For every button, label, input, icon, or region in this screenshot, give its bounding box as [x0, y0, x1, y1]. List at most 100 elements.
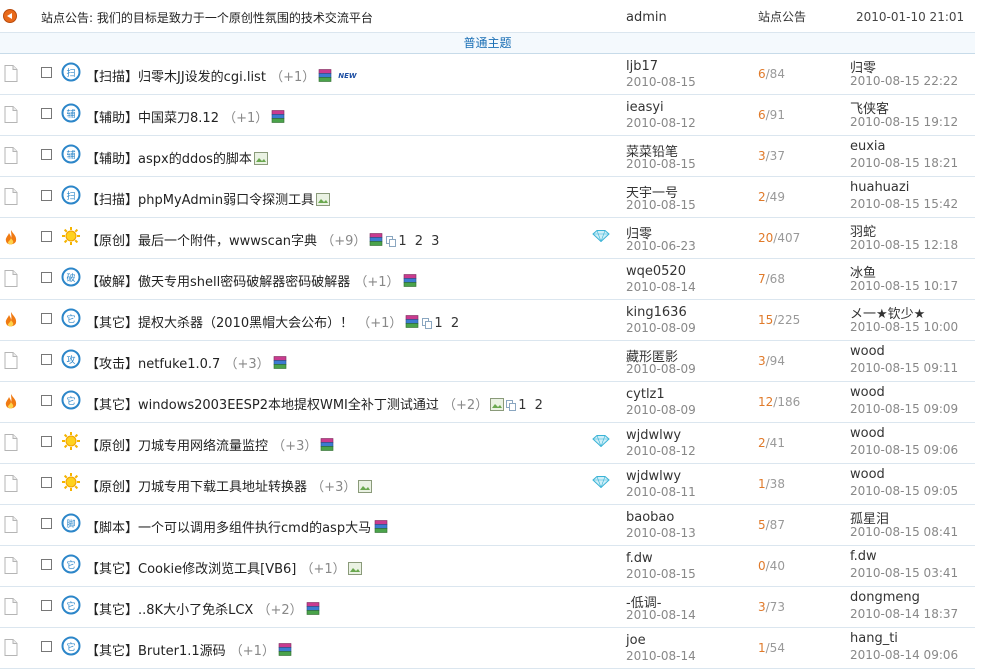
table-row[interactable]: 扫【扫描】归零木JJ设发的cgi.list （+1） NEW ljb17 2010-0… — [0, 54, 975, 95]
thread-prefix[interactable]: 【攻击】 — [86, 357, 138, 372]
announcement-author[interactable]: admin — [626, 10, 667, 25]
page-links[interactable]: 1 2 3 — [398, 234, 441, 249]
author-link[interactable]: wjdwlwy — [626, 469, 681, 484]
thread-title-link[interactable]: ..8K大小了免杀LCX — [138, 603, 253, 618]
select-checkbox[interactable] — [41, 354, 52, 365]
thread-prefix[interactable]: 【其它】 — [86, 603, 138, 618]
last-post-user[interactable]: hang_ti — [850, 631, 898, 646]
last-post-time[interactable]: 2010-08-15 22:22 — [850, 74, 958, 88]
page-links[interactable]: 1 2 — [434, 316, 461, 331]
select-checkbox[interactable] — [41, 477, 52, 488]
thread-prefix[interactable]: 【其它】 — [86, 398, 138, 413]
thread-prefix[interactable]: 【破解】 — [86, 275, 138, 290]
thread-prefix[interactable]: 【辅助】 — [86, 152, 138, 167]
last-post-time[interactable]: 2010-08-15 03:41 — [850, 566, 958, 580]
last-post-time[interactable]: 2010-08-15 09:11 — [850, 361, 958, 375]
last-post-time[interactable]: 2010-08-15 09:06 — [850, 443, 958, 457]
thread-title-link[interactable]: 中国菜刀8.12 — [138, 111, 219, 126]
author-link[interactable]: f.dw — [626, 551, 653, 566]
thread-title-link[interactable]: aspx的ddos的脚本 — [138, 152, 252, 167]
last-post-time[interactable]: 2010-08-15 08:41 — [850, 525, 958, 539]
thread-title-link[interactable]: windows2003EESP2本地提权WMI全补丁测试通过 — [138, 398, 439, 413]
select-checkbox[interactable] — [41, 518, 52, 529]
select-checkbox[interactable] — [41, 272, 52, 283]
author-link[interactable]: ieasyi — [626, 100, 664, 115]
select-checkbox[interactable] — [41, 108, 52, 119]
table-row[interactable]: 脚【脚本】一个可以调用多组件执行cmd的asp大马 baobao 2010-08-1… — [0, 505, 975, 546]
thread-title-link[interactable]: netfuke1.0.7 — [138, 357, 220, 372]
table-row[interactable]: 攻【攻击】netfuke1.0.7 （+3） 藏形匿影 2010-08-09 3/94… — [0, 341, 975, 382]
last-post-user[interactable]: wood — [850, 385, 885, 400]
select-checkbox[interactable] — [41, 231, 52, 242]
thread-title-link[interactable]: 最后一个附件，wwwscan字典 — [138, 234, 317, 249]
thread-title-link[interactable]: 傲天专用shell密码破解器密码破解器 — [138, 275, 350, 290]
page-links[interactable]: 1 2 — [518, 398, 545, 413]
last-post-user[interactable]: wood — [850, 467, 885, 482]
author-link[interactable]: wqe0520 — [626, 264, 686, 279]
thread-title-link[interactable]: 一个可以调用多组件执行cmd的asp大马 — [138, 521, 371, 536]
select-checkbox[interactable] — [41, 559, 52, 570]
last-post-user[interactable]: huahuazi — [850, 180, 909, 195]
thread-prefix[interactable]: 【其它】 — [86, 644, 138, 659]
thread-prefix[interactable]: 【扫描】 — [86, 193, 138, 208]
author-link[interactable]: cytlz1 — [626, 387, 665, 402]
last-post-time[interactable]: 2010-08-15 09:09 — [850, 402, 958, 416]
thread-title-link[interactable]: 刀城专用网络流量监控 — [138, 439, 268, 454]
table-row[interactable]: 【原创】最后一个附件，wwwscan字典 （+9） 1 2 3 归零 2010-06-… — [0, 218, 975, 259]
thread-prefix[interactable]: 【脚本】 — [86, 521, 138, 536]
table-row[interactable]: 破【破解】傲天专用shell密码破解器密码破解器 （+1） wqe0520 2010… — [0, 259, 975, 300]
table-row[interactable]: 它【其它】Bruter1.1源码 （+1） joe 2010-08-14 1/54 ha… — [0, 628, 975, 669]
select-checkbox[interactable] — [41, 641, 52, 652]
select-checkbox[interactable] — [41, 313, 52, 324]
thread-title-link[interactable]: 提权大杀器（2010黑帽大会公布）！ — [138, 316, 353, 331]
thread-prefix[interactable]: 【原创】 — [86, 234, 138, 249]
select-checkbox[interactable] — [41, 600, 52, 611]
last-post-user[interactable]: f.dw — [850, 549, 877, 564]
last-post-time[interactable]: 2010-08-14 18:37 — [850, 607, 958, 621]
table-row[interactable]: 辅【辅助】aspx的ddos的脚本 菜菜铅笔 2010-08-15 3/37 euxia… — [0, 136, 975, 177]
table-row[interactable]: 它【其它】Cookie修改浏览工具[VB6] （+1） f.dw 2010-08-1… — [0, 546, 975, 587]
author-link[interactable]: joe — [626, 633, 646, 648]
last-post-user[interactable]: wood — [850, 344, 885, 359]
announcement-text[interactable]: 站点公告: 我们的目标是致力于一个原创性氛围的技术交流平台 — [41, 9, 373, 26]
author-link[interactable]: baobao — [626, 510, 674, 525]
table-row[interactable]: 【原创】刀城专用下载工具地址转换器 （+3） wjdwlwy 2010-08-11 1… — [0, 464, 975, 505]
last-post-time[interactable]: 2010-08-15 10:00 — [850, 320, 958, 334]
table-row[interactable]: 【原创】刀城专用网络流量监控 （+3） wjdwlwy 2010-08-12 2/41… — [0, 423, 975, 464]
author-link[interactable]: king1636 — [626, 305, 687, 320]
last-post-time[interactable]: 2010-08-14 09:06 — [850, 648, 958, 662]
last-post-user[interactable]: wood — [850, 426, 885, 441]
thread-title-link[interactable]: 归零木JJ设发的cgi.list — [138, 70, 266, 85]
table-row[interactable]: 扫【扫描】phpMyAdmin弱口令探测工具 天宇一号 2010-08-15 2/49… — [0, 177, 975, 218]
thread-prefix[interactable]: 【其它】 — [86, 316, 138, 331]
last-post-time[interactable]: 2010-08-15 12:18 — [850, 238, 958, 252]
last-post-user[interactable]: dongmeng — [850, 590, 920, 605]
last-post-user[interactable]: euxia — [850, 139, 886, 154]
last-post-time[interactable]: 2010-08-15 15:42 — [850, 197, 958, 211]
thread-title-link[interactable]: phpMyAdmin弱口令探测工具 — [138, 193, 314, 208]
thread-prefix[interactable]: 【其它】 — [86, 562, 138, 577]
select-checkbox[interactable] — [41, 436, 52, 447]
announcement-row[interactable]: 站点公告: 我们的目标是致力于一个原创性氛围的技术交流平台 admin 站点公告… — [0, 0, 975, 33]
last-post-time[interactable]: 2010-08-15 10:17 — [850, 279, 958, 293]
thread-title-link[interactable]: 刀城专用下载工具地址转换器 — [138, 480, 307, 495]
select-checkbox[interactable] — [41, 149, 52, 160]
table-row[interactable]: 辅【辅助】中国菜刀8.12 （+1） ieasyi 2010-08-12 6/91 飞侠… — [0, 95, 975, 136]
table-row[interactable]: 它【其它】提权大杀器（2010黑帽大会公布）！ （+1） 1 2 king1636 2… — [0, 300, 975, 341]
select-checkbox[interactable] — [41, 67, 52, 78]
thread-prefix[interactable]: 【辅助】 — [86, 111, 138, 126]
thread-prefix[interactable]: 【原创】 — [86, 439, 138, 454]
last-post-time[interactable]: 2010-08-15 09:05 — [850, 484, 958, 498]
thread-title-link[interactable]: Bruter1.1源码 — [138, 644, 226, 659]
author-link[interactable]: wjdwlwy — [626, 428, 681, 443]
select-checkbox[interactable] — [41, 395, 52, 406]
table-row[interactable]: 它【其它】..8K大小了免杀LCX （+2） -低调- 2010-08-14 3/73… — [0, 587, 975, 628]
author-link[interactable]: ljb17 — [626, 59, 658, 74]
thread-prefix[interactable]: 【原创】 — [86, 480, 138, 495]
last-post-time[interactable]: 2010-08-15 18:21 — [850, 156, 958, 170]
last-post-time[interactable]: 2010-08-15 19:12 — [850, 115, 958, 129]
select-checkbox[interactable] — [41, 190, 52, 201]
table-row[interactable]: 它【其它】windows2003EESP2本地提权WMI全补丁测试通过 （+2）… — [0, 382, 975, 423]
thread-prefix[interactable]: 【扫描】 — [86, 70, 138, 85]
thread-title-link[interactable]: Cookie修改浏览工具[VB6] — [138, 562, 296, 577]
